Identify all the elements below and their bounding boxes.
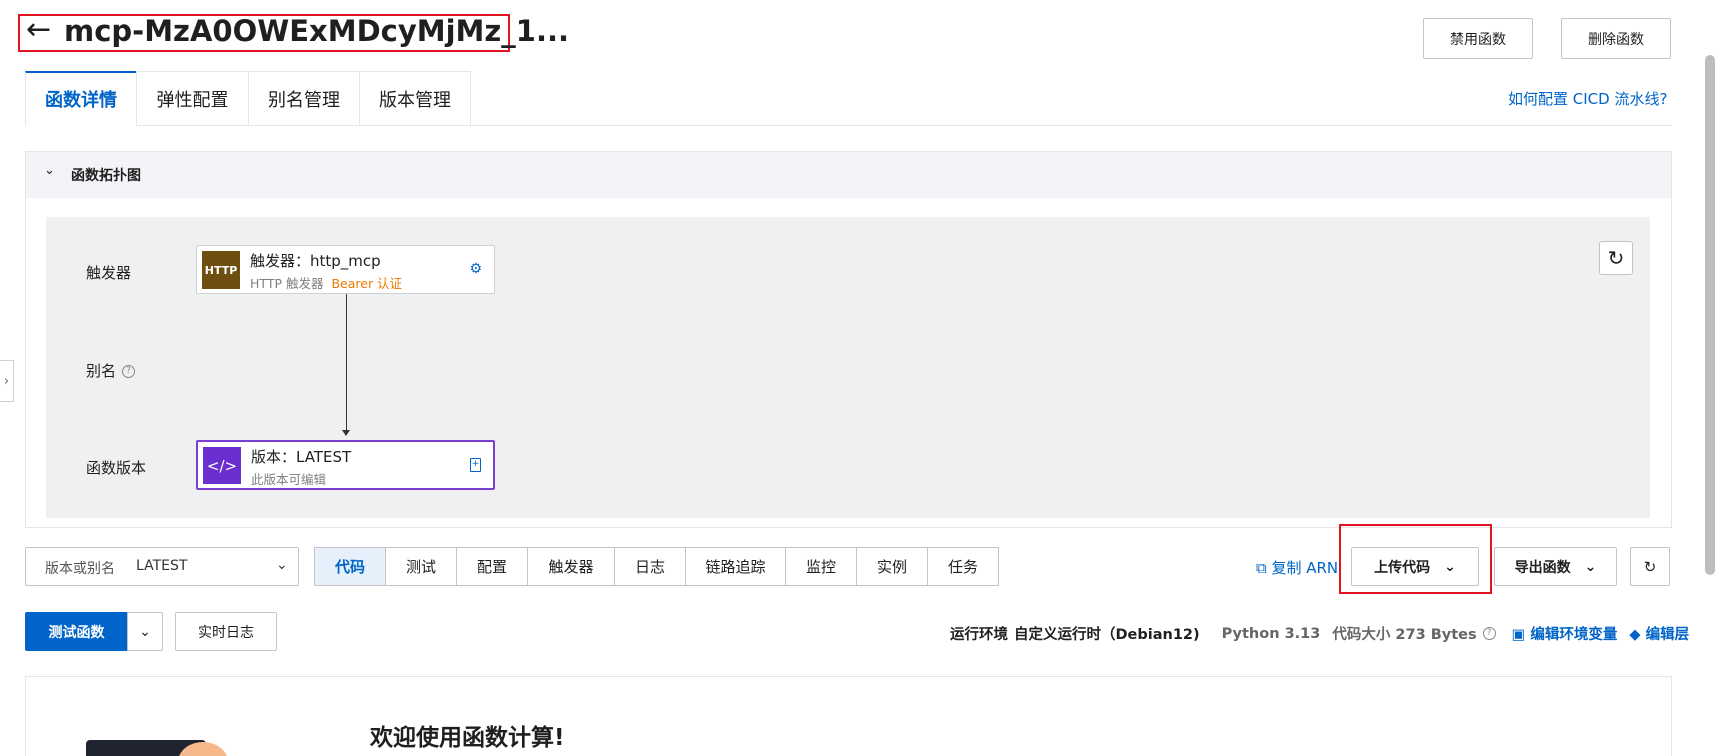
edit-env-label: 编辑环境变量 xyxy=(1530,627,1618,643)
welcome-title: 欢迎使用函数计算! xyxy=(370,725,565,751)
sidebar-expand-icon[interactable]: › xyxy=(0,360,14,402)
auth-badge: Bearer 认证 xyxy=(331,276,403,291)
trigger-node-subtitle: HTTP 触发器 Bearer 认证 xyxy=(250,273,402,292)
tab-function-details[interactable]: 函数详情 xyxy=(25,71,137,126)
copy-arn-label: 复制 ARN xyxy=(1271,559,1339,577)
upload-code-label: 上传代码 xyxy=(1374,559,1431,576)
connector-arrow-icon xyxy=(342,430,350,436)
version-alias-select[interactable]: 版本或别名 LATEST ⌄ xyxy=(25,547,299,586)
subtab-tracing[interactable]: 链路追踪 xyxy=(686,547,786,586)
scrollbar[interactable] xyxy=(1705,55,1715,575)
tab-alias-management[interactable]: 别名管理 xyxy=(248,71,360,126)
gear-icon[interactable]: ⚙ xyxy=(469,261,482,277)
layers-icon: ◆ xyxy=(1629,627,1646,643)
chevron-down-icon: ⌄ xyxy=(1444,558,1456,575)
version-select-value: LATEST xyxy=(136,558,188,574)
document-icon[interactable]: + xyxy=(470,458,481,472)
tab-version-management[interactable]: 版本管理 xyxy=(359,71,471,126)
cicd-help-link[interactable]: 如何配置 CICD 流水线? xyxy=(1508,88,1667,109)
realtime-log-button[interactable]: 实时日志 xyxy=(175,612,277,651)
disable-function-button[interactable]: 禁用函数 xyxy=(1423,18,1533,59)
export-function-button[interactable]: 导出函数 ⌄ xyxy=(1494,547,1617,586)
row-label-trigger: 触发器 xyxy=(86,264,132,282)
http-badge-icon: HTTP xyxy=(202,251,240,289)
back-arrow-icon[interactable]: ← xyxy=(26,12,51,48)
test-dropdown-button[interactable]: ⌄ xyxy=(127,612,163,651)
test-function-button[interactable]: 测试函数 xyxy=(25,612,128,651)
delete-function-button[interactable]: 删除函数 xyxy=(1561,18,1671,59)
upload-code-button[interactable]: 上传代码 ⌄ xyxy=(1351,547,1479,586)
environment-info: 运行环境 自定义运行时（Debian12) Python 3.13 代码大小 2… xyxy=(950,623,1689,644)
edit-layer-label: 编辑层 xyxy=(1645,627,1690,643)
chevron-down-icon[interactable]: ⌄ xyxy=(44,163,55,178)
trigger-node-title: 触发器：http_mcp xyxy=(250,252,381,270)
code-size: 代码大小 273 Bytes xyxy=(1332,627,1477,643)
runtime-label: 运行环境 xyxy=(950,627,1008,643)
topology-title: 函数拓扑图 xyxy=(71,168,141,184)
chevron-down-icon: ⌄ xyxy=(139,623,151,640)
export-function-label: 导出函数 xyxy=(1514,559,1571,576)
trigger-node[interactable]: HTTP 触发器：http_mcp HTTP 触发器 Bearer 认证 ⚙ xyxy=(196,245,495,294)
subtab-tasks[interactable]: 任务 xyxy=(928,547,999,586)
subtab-code[interactable]: 代码 xyxy=(314,547,386,586)
subtab-monitoring[interactable]: 监控 xyxy=(786,547,857,586)
chevron-down-icon: ⌄ xyxy=(1584,558,1597,575)
row-label-version: 函数版本 xyxy=(86,459,147,477)
code-badge-icon: </> xyxy=(203,447,241,484)
refresh-icon[interactable]: ↻ xyxy=(1630,547,1670,586)
topology-connector xyxy=(346,294,347,432)
copy-icon: ⧉ xyxy=(1256,559,1272,577)
help-icon[interactable]: ? xyxy=(122,365,136,378)
version-node[interactable]: </> 版本：LATEST 此版本可编辑 + xyxy=(196,440,495,490)
version-select-label: 版本或别名 xyxy=(45,561,115,577)
subtab-logs[interactable]: 日志 xyxy=(615,547,686,586)
help-icon[interactable]: ? xyxy=(1482,627,1496,640)
topology-refresh-icon[interactable]: ↻ xyxy=(1599,241,1633,275)
topology-header[interactable] xyxy=(26,152,1671,198)
chevron-down-icon: ⌄ xyxy=(276,557,288,573)
monitor-icon: ▣ xyxy=(1511,627,1531,643)
subtab-test[interactable]: 测试 xyxy=(386,547,457,586)
version-node-subtitle: 此版本可编辑 xyxy=(251,472,327,487)
version-node-title: 版本：LATEST xyxy=(251,448,352,466)
edit-env-vars-link[interactable]: ▣ 编辑环境变量 xyxy=(1512,623,1618,644)
subtab-instances[interactable]: 实例 xyxy=(857,547,928,586)
row-label-alias-text: 别名 xyxy=(86,362,117,380)
page-title: mcp-MzA0OWExMDcyMjMz_1... xyxy=(64,14,570,48)
python-version: Python 3.13 xyxy=(1221,625,1321,642)
row-label-alias: 别名? xyxy=(86,360,136,381)
welcome-panel xyxy=(25,676,1672,756)
runtime-value: 自定义运行时（Debian12) xyxy=(1014,627,1200,643)
trigger-type: HTTP 触发器 xyxy=(250,276,324,291)
copy-arn-link[interactable]: ⧉ 复制 ARN xyxy=(1256,557,1338,578)
subtab-trigger[interactable]: 触发器 xyxy=(528,547,615,586)
subtab-config[interactable]: 配置 xyxy=(457,547,528,586)
edit-layer-link[interactable]: ◆ 编辑层 xyxy=(1629,623,1689,644)
tab-elastic-config[interactable]: 弹性配置 xyxy=(136,71,249,126)
